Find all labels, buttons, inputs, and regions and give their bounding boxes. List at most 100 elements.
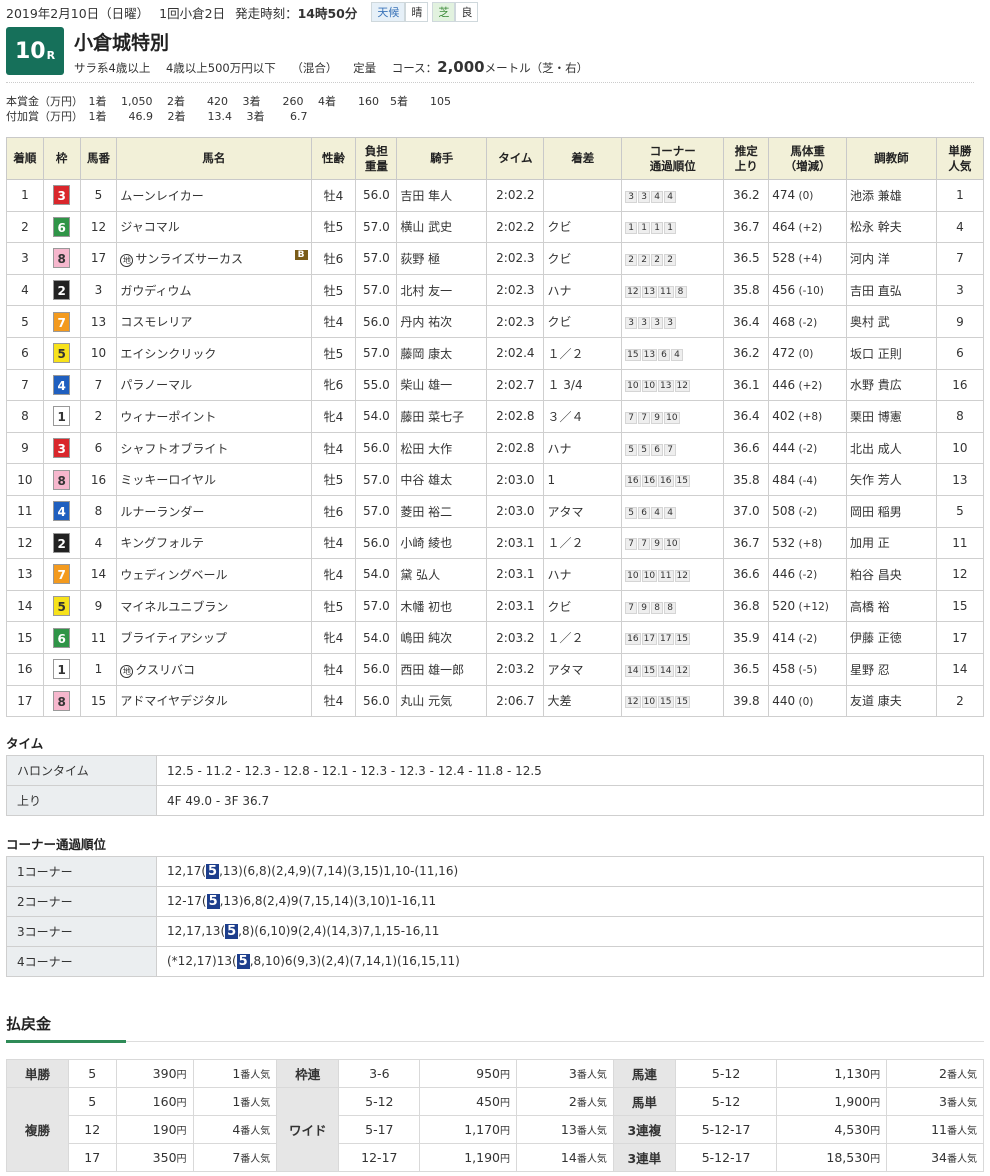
win-popularity: 7: [935, 242, 985, 275]
payout-amount: 390円: [115, 1059, 194, 1088]
payout-amount: 4,530円: [776, 1115, 888, 1144]
sex-age: 牡4: [310, 179, 357, 212]
body-weight-cell: 508 (-2): [768, 494, 847, 528]
race-date: 2019年2月10日（日曜）: [6, 5, 150, 21]
sex-age: 牡4: [310, 526, 357, 560]
payout-divider: [126, 1041, 984, 1042]
horse-name-cell: アドマイヤデジタル: [116, 684, 312, 718]
corner-position: 7: [664, 443, 677, 456]
bet-type-label: 馬連: [612, 1059, 676, 1088]
carried-weight: 54.0: [355, 558, 398, 591]
sex-age: 牝4: [310, 558, 357, 591]
payout-popularity: 13番人気: [516, 1115, 614, 1144]
amount-value: 160: [152, 1094, 177, 1109]
horse-number: 9: [79, 589, 118, 623]
corner-position: 8: [674, 285, 687, 298]
jockey: 荻野 極: [396, 242, 488, 275]
sex-age: 牝6: [310, 368, 357, 402]
surface-label: 芝: [432, 2, 456, 22]
horse-number: 16: [79, 463, 118, 496]
payout-popularity: 14番人気: [516, 1143, 614, 1172]
corner-position: 9: [651, 538, 664, 551]
corner-position: 11: [658, 285, 674, 298]
carried-weight: 54.0: [355, 621, 398, 654]
table-row: 6 5 10 エイシンクリック 牡5 57.0 藤岡 康太 2:02.4 １／２ 15 13 6 4 36…: [6, 336, 985, 370]
margin: クビ: [543, 242, 623, 275]
payout-popularity: 1番人気: [192, 1087, 278, 1116]
last-3f: 39.8: [723, 684, 770, 718]
body-weight-cell: 474 (0): [768, 179, 847, 212]
payout-combo: 5-12: [338, 1087, 421, 1116]
body-weight-cell: 472 (0): [768, 336, 847, 370]
column-header: 調教師: [845, 137, 937, 180]
body-weight: 446: [772, 377, 796, 392]
waku-number: 1: [53, 659, 71, 680]
amount-value: 1,170: [464, 1122, 500, 1137]
corner-position: 3: [625, 190, 638, 203]
column-header: 推定 上り: [723, 137, 770, 180]
table-row: 10 8 16 ミッキーロイヤル 牡5 57.0 中谷 雄太 2:03.0 1 16 16 16 15 3…: [6, 463, 985, 496]
body-weight-change: (+8): [795, 411, 823, 424]
amount-unit: 円: [870, 1070, 881, 1081]
corner-position: 13: [641, 348, 658, 361]
corner-section-title: コーナー通過順位: [6, 837, 107, 852]
body-weight-cell: 532 (+8): [768, 526, 847, 560]
payout-popularity: 2番人気: [516, 1087, 614, 1116]
body-weight-change: (+12): [795, 601, 829, 614]
last-times: 4F 49.0 - 3F 36.7: [156, 785, 984, 816]
corner-positions: 7988: [621, 589, 725, 623]
corner-position: 4: [651, 506, 664, 519]
body-weight: 446: [772, 567, 796, 582]
waku-cell: 6: [42, 621, 81, 654]
waku-cell: 1: [42, 400, 81, 433]
corner-position: 3: [625, 317, 638, 330]
horse-name: エイシンクリック: [120, 346, 217, 361]
corner-position: 1: [638, 222, 651, 235]
furlong-row: ハロンタイム 12.5 - 11.2 - 12.3 - 12.8 - 12.1 -…: [6, 755, 984, 786]
corner-positions: 2222: [621, 242, 725, 275]
corner-position: 10: [641, 380, 658, 393]
sex-age: 牡5: [310, 463, 357, 496]
payout-amount: 350円: [115, 1143, 194, 1172]
body-weight-change: (+2): [795, 379, 823, 392]
cond-age: 4歳以上500万円以下: [165, 61, 276, 75]
corner-positions: 3344: [621, 179, 725, 212]
corner-position: 8: [664, 601, 677, 614]
trainer: 奥村 武: [845, 305, 937, 338]
amount-unit: 円: [176, 1098, 187, 1109]
amount-unit: 円: [870, 1126, 881, 1137]
trainer: 水野 貴広: [845, 368, 937, 402]
sex-age: 牡4: [310, 652, 357, 686]
carried-weight: 57.0: [355, 463, 398, 496]
horse-name-cell: 地クスリバコ: [116, 652, 312, 686]
local-mark-icon: 地: [120, 253, 134, 267]
trainer: 吉田 直弘: [845, 273, 937, 307]
margin: クビ: [543, 210, 623, 244]
corner-position: 6: [651, 443, 664, 456]
body-weight-change: (0): [795, 695, 814, 708]
body-weight-change: (-2): [795, 443, 818, 456]
horse-name-cell: ルナーランダー: [116, 494, 312, 528]
last-row: 上り 4F 49.0 - 3F 36.7: [6, 785, 984, 816]
finish-time: 2:02.8: [486, 431, 545, 465]
corner-positions: 15 13 6 4: [621, 336, 725, 370]
body-weight-cell: 440 (0): [768, 684, 847, 718]
margin: アタマ: [543, 652, 623, 686]
trainer: 加用 正: [845, 526, 937, 560]
corner-positions: 7 7 9 10: [621, 526, 725, 560]
margin: １／２: [543, 526, 623, 560]
horse-name: ガウディウム: [120, 283, 192, 298]
corner-position: 17: [658, 633, 674, 646]
waku-number: 3: [53, 438, 71, 459]
finish-time: 2:02.3: [486, 305, 545, 338]
horse-number: 3: [79, 273, 118, 307]
corner-position: 12: [674, 569, 690, 582]
amount-value: 190: [152, 1122, 177, 1137]
corner-order-post: ,8)(6,10)9(2,4)(14,3)7,1,15-16,11: [238, 924, 440, 938]
corner-position: 12: [674, 664, 690, 677]
finish-position: 10: [6, 463, 44, 496]
popularity-value: 3: [939, 1094, 947, 1109]
bet-type-label: 3連単: [612, 1143, 676, 1172]
jockey: 菱田 裕二: [396, 494, 488, 528]
carried-weight: 56.0: [355, 305, 398, 338]
